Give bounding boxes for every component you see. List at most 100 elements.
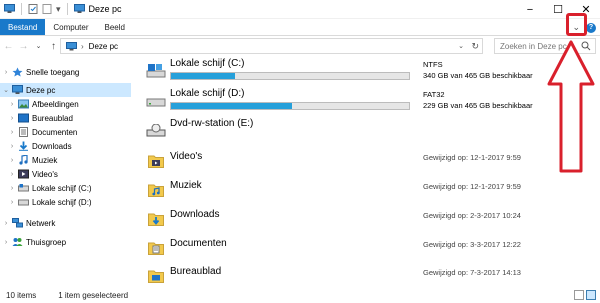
star-icon [12,67,23,77]
usage-bar-fill [171,73,236,79]
drive-icon [146,98,166,107]
tiles-view-icon[interactable] [586,290,596,300]
filesystem-label: FAT32 [423,90,445,99]
drive-name: Lokale schijf (C:) [170,58,245,69]
sidebar-item-videos[interactable]: › Video's [8,167,58,181]
sidebar-item-label: Thuisgroep [26,237,67,247]
sidebar-item-lokale-schijf-c[interactable]: › Lokale schijf (C:) [8,181,92,195]
ribbon: Bestand Computer Beeld ⌄ ? [0,19,600,36]
new-folder-icon[interactable] [42,4,53,14]
usage-bar-fill [171,103,293,109]
desktop-icon [18,113,29,123]
properties-icon[interactable] [28,4,39,14]
tab-computer[interactable]: Computer [45,19,96,35]
quick-access-toolbar: ▾ [0,0,85,19]
sidebar-item-label: Downloads [32,141,72,151]
back-arrow-icon[interactable]: ← [2,39,15,53]
address-toolbar: ← → ⌄ ↑ › Deze pc ⌄ ↻ Zoeken in Deze pc [0,36,600,56]
annotation-arrow-icon [547,40,595,173]
sidebar-item-label: Muziek [32,155,58,165]
usage-bar [170,72,410,80]
drive-icon [18,184,29,192]
usage-bar [170,102,410,110]
network-icon [12,218,23,228]
drive-item-e[interactable]: Dvd-rw-station (E:) [138,118,594,146]
expand-arrow-icon[interactable]: › [8,129,16,136]
expand-arrow-icon[interactable]: › [8,143,16,150]
tab-beeld[interactable]: Beeld [96,19,132,35]
collapse-arrow-icon[interactable]: ⌄ [2,86,10,94]
documents-folder-icon [148,242,164,255]
content-pane: Lokale schijf (C:) NTFS 340 GB van 465 G… [138,58,594,287]
expand-arrow-icon[interactable]: › [8,101,16,108]
folder-item-downloads[interactable]: Downloads Gewijzigd op: 2-3-2017 10:24 [138,205,594,234]
title-bar: ▾ Deze pc − ☐ ✕ [0,0,600,19]
sidebar-item-muziek[interactable]: › Muziek [8,153,57,167]
desktop-folder-icon [148,270,164,283]
toolbar-separator [66,3,68,15]
expand-arrow-icon[interactable]: › [2,220,10,227]
status-bar: 10 items 1 item geselecteerd [0,287,600,303]
sidebar-item-afbeeldingen[interactable]: › Afbeeldingen [8,97,79,111]
folder-name: Documenten [170,238,227,249]
help-icon[interactable]: ? [586,22,596,33]
free-space-label: 340 GB van 465 GB beschikbaar [423,71,533,80]
sidebar-item-label: Netwerk [26,218,56,228]
folder-name: Video's [170,151,203,162]
homegroup-icon [12,238,23,246]
up-arrow-icon[interactable]: ↑ [47,39,60,53]
customize-toolbar-chevron-icon[interactable]: ▾ [56,4,61,15]
tab-bestand[interactable]: Bestand [0,19,46,35]
expand-arrow-icon[interactable]: › [8,185,16,192]
drive-item-d[interactable]: Lokale schijf (D:) FAT32 229 GB van 465 … [138,88,594,116]
drive-name: Dvd-rw-station (E:) [170,118,254,129]
folder-item-muziek[interactable]: Muziek Gewijzigd op: 12-1-2017 9:59 [138,176,594,205]
expand-arrow-icon[interactable]: › [8,157,16,164]
breadcrumb-deze-pc[interactable]: Deze pc [89,42,118,51]
expand-arrow-icon[interactable]: › [8,171,16,178]
minimize-button[interactable]: − [516,0,544,19]
forward-arrow-icon[interactable]: → [17,39,30,53]
downloads-icon [19,141,28,151]
navigation-pane: › Snelle toegang ⌄ Deze pc › Afbeeldinge… [0,58,131,287]
address-field[interactable]: › Deze pc ⌄ ↻ [60,38,483,54]
modified-date: Gewijzigd op: 12-1-2017 9:59 [423,182,521,191]
modified-date: Gewijzigd op: 3-3-2017 12:22 [423,240,521,249]
sidebar-item-documenten[interactable]: › Documenten [8,125,77,139]
item-count: 10 items [6,290,37,300]
sidebar-item-netwerk[interactable]: › Netwerk [2,216,55,230]
modified-date: Gewijzigd op: 2-3-2017 10:24 [423,211,521,220]
sidebar-item-label: Lokale schijf (D:) [32,197,92,207]
sidebar-item-lokale-schijf-d[interactable]: › Lokale schijf (D:) [8,195,92,209]
sidebar-item-downloads[interactable]: › Downloads [8,139,72,153]
sidebar-item-bureaublad[interactable]: › Bureaublad [8,111,73,125]
videos-icon [18,169,29,179]
view-switcher [574,290,596,300]
music-icon [19,155,28,165]
expand-arrow-icon[interactable]: › [2,239,10,246]
address-dropdown-chevron-icon[interactable]: ⌄ [458,39,464,53]
documents-icon [19,127,28,137]
computer-icon [4,4,15,13]
expand-arrow-icon[interactable]: › [2,69,10,76]
folder-name: Downloads [170,209,220,220]
details-view-icon[interactable] [574,290,584,300]
refresh-icon[interactable]: ↻ [471,39,479,53]
filesystem-label: NTFS [423,60,443,69]
computer-icon [66,41,77,50]
sidebar-item-thuisgroep[interactable]: › Thuisgroep [2,235,66,249]
sidebar-item-deze-pc[interactable]: ⌄ Deze pc [0,83,131,97]
recent-locations-chevron-icon[interactable]: ⌄ [32,39,45,53]
sidebar-item-snelle-toegang[interactable]: › Snelle toegang [2,65,79,79]
folder-item-videos[interactable]: Video's Gewijzigd op: 12-1-2017 9:59 [138,147,594,176]
modified-date: Gewijzigd op: 12-1-2017 9:59 [423,153,521,162]
expand-arrow-icon[interactable]: › [8,199,16,206]
downloads-folder-icon [148,213,164,226]
selection-count: 1 item geselecteerd [58,290,129,300]
folder-item-documenten[interactable]: Documenten Gewijzigd op: 3-3-2017 12:22 [138,234,594,263]
drive-name: Lokale schijf (D:) [170,88,245,99]
drive-item-c[interactable]: Lokale schijf (C:) NTFS 340 GB van 465 G… [138,58,594,86]
expand-arrow-icon[interactable]: › [8,115,16,122]
music-folder-icon [148,184,164,197]
sidebar-item-label: Bureaublad [32,113,73,123]
